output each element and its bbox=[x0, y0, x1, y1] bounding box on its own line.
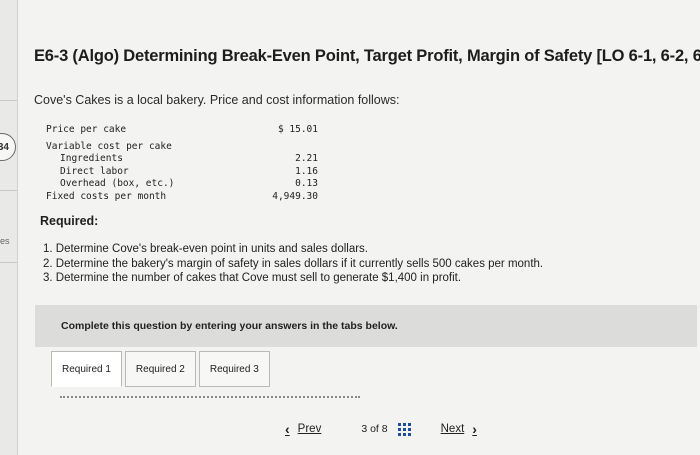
cost-value: $ 15.01 bbox=[277, 124, 318, 135]
cost-value: 1.16 bbox=[295, 165, 318, 177]
cost-label: Fixed costs per month bbox=[46, 190, 167, 202]
requirement-item: 3. Determine the number of cakes that Co… bbox=[43, 272, 462, 284]
cut-off-content-line bbox=[60, 396, 360, 401]
cost-row: Price per cake $ 15.01 bbox=[46, 124, 318, 137]
next-label: Next bbox=[440, 423, 465, 435]
cost-value: 2.21 bbox=[295, 153, 318, 164]
answer-tabs: Required 1 Required 2 Required 3 bbox=[51, 351, 270, 387]
cost-row: Ingredients 2.21 bbox=[46, 153, 318, 166]
chevron-right-icon: › bbox=[472, 421, 477, 437]
tab-required-2[interactable]: Required 2 bbox=[124, 351, 196, 387]
requirement-item: 1. Determine Cove's break-even point in … bbox=[43, 243, 369, 255]
rail-divider bbox=[0, 100, 17, 101]
required-heading: Required: bbox=[40, 214, 99, 228]
prev-button[interactable]: ‹ Prev bbox=[285, 421, 321, 437]
cost-label: Ingredients bbox=[60, 153, 123, 164]
of-label: of bbox=[370, 423, 379, 435]
cost-label: Variable cost per cake bbox=[46, 140, 172, 152]
next-button[interactable]: Next › bbox=[441, 421, 477, 437]
rail-divider bbox=[0, 262, 17, 263]
cost-label: Overhead (box, etc.) bbox=[60, 178, 175, 189]
requirements-list: 1. Determine Cove's break-even point in … bbox=[43, 242, 543, 286]
question-number-badge[interactable]: 34 bbox=[0, 133, 16, 161]
cost-label: Direct labor bbox=[60, 165, 129, 177]
page-counter: 3 of 8 bbox=[361, 423, 387, 435]
tab-required-3[interactable]: Required 3 bbox=[198, 351, 270, 387]
current-page: 3 bbox=[361, 423, 368, 435]
cost-label: Price per cake bbox=[46, 124, 127, 135]
cost-row: Direct labor 1.16 bbox=[46, 166, 318, 179]
prev-label: Prev bbox=[297, 423, 322, 435]
cost-table: Price per cake $ 15.01 Variable cost per… bbox=[46, 124, 318, 203]
pagination: ‹ Prev 3 of 8 Next › bbox=[285, 421, 477, 437]
requirement-item: 2. Determine the bakery's margin of safe… bbox=[43, 257, 544, 270]
question-title: E6-3 (Algo) Determining Break-Even Point… bbox=[34, 47, 700, 65]
tab-required-1[interactable]: Required 1 bbox=[51, 351, 122, 387]
cost-row: Overhead (box, etc.) 0.13 bbox=[46, 178, 318, 191]
grid-icon[interactable] bbox=[397, 422, 411, 436]
chevron-left-icon: ‹ bbox=[285, 421, 290, 437]
cost-row: Fixed costs per month 4,949.30 bbox=[46, 191, 318, 204]
rail-label: es bbox=[0, 236, 10, 246]
total-pages: 8 bbox=[381, 423, 388, 435]
cost-row: Variable cost per cake bbox=[46, 141, 318, 154]
instructions-banner: Complete this question by entering your … bbox=[35, 305, 697, 347]
cost-value: 4,949.30 bbox=[272, 190, 318, 202]
intro-text: Cove's Cakes is a local bakery. Price an… bbox=[34, 93, 400, 107]
cost-value: 0.13 bbox=[295, 178, 318, 189]
left-rail: 34 es bbox=[0, 0, 18, 455]
rail-divider bbox=[0, 190, 17, 191]
